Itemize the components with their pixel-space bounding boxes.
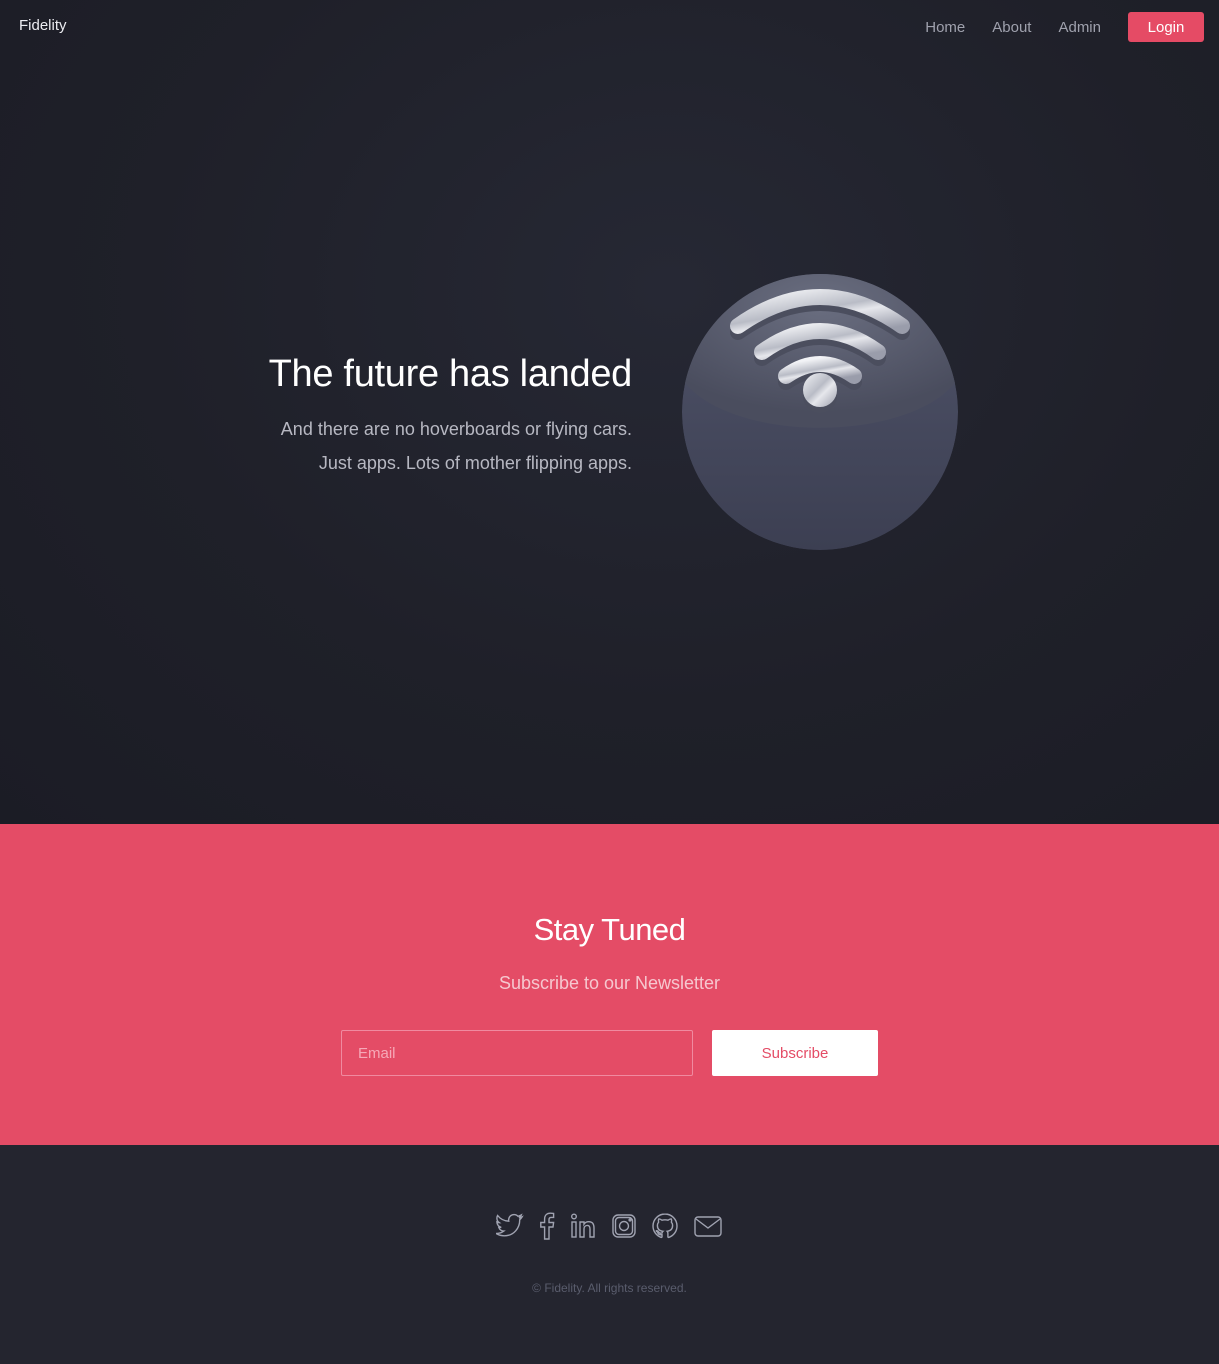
instagram-icon[interactable] xyxy=(610,1212,638,1240)
footer xyxy=(0,1145,1219,1364)
copyright-text: © Fidelity. All rights reserved. xyxy=(532,1281,687,1295)
nav-link-about[interactable]: About xyxy=(992,19,1031,36)
github-icon[interactable] xyxy=(650,1212,680,1240)
hero-text: The future has landed And there are no h… xyxy=(112,352,633,480)
twitter-icon[interactable] xyxy=(495,1213,524,1239)
subscribe-button[interactable]: Subscribe xyxy=(712,1030,878,1076)
social-links xyxy=(0,1212,1219,1240)
nav-link-admin[interactable]: Admin xyxy=(1058,19,1101,36)
linkedin-icon[interactable] xyxy=(570,1212,598,1240)
newsletter-title: Stay Tuned xyxy=(533,912,686,947)
nav-link-home[interactable]: Home xyxy=(925,19,965,36)
top-nav: Fidelity Home About Admin Login xyxy=(0,0,1219,54)
wifi-orb-graphic xyxy=(682,274,958,550)
login-button[interactable]: Login xyxy=(1128,12,1204,42)
hero-subtitle: And there are no hoverboards or flying c… xyxy=(112,412,632,480)
nav-links: Home About Admin Login xyxy=(925,12,1204,42)
email-icon[interactable] xyxy=(692,1213,724,1239)
hero-section: Fidelity Home About Admin Login The futu… xyxy=(0,0,1219,824)
hero-subtitle-line2: Just apps. Lots of mother flipping apps. xyxy=(318,453,632,473)
newsletter-subtitle: Subscribe to our Newsletter xyxy=(498,973,721,993)
hero-title: The future has landed xyxy=(268,353,633,395)
email-input[interactable] xyxy=(341,1030,693,1076)
brand-logo[interactable]: Fidelity xyxy=(19,17,67,34)
facebook-icon[interactable] xyxy=(536,1212,558,1240)
hero-subtitle-line1: And there are no hoverboards or flying c… xyxy=(280,419,632,439)
